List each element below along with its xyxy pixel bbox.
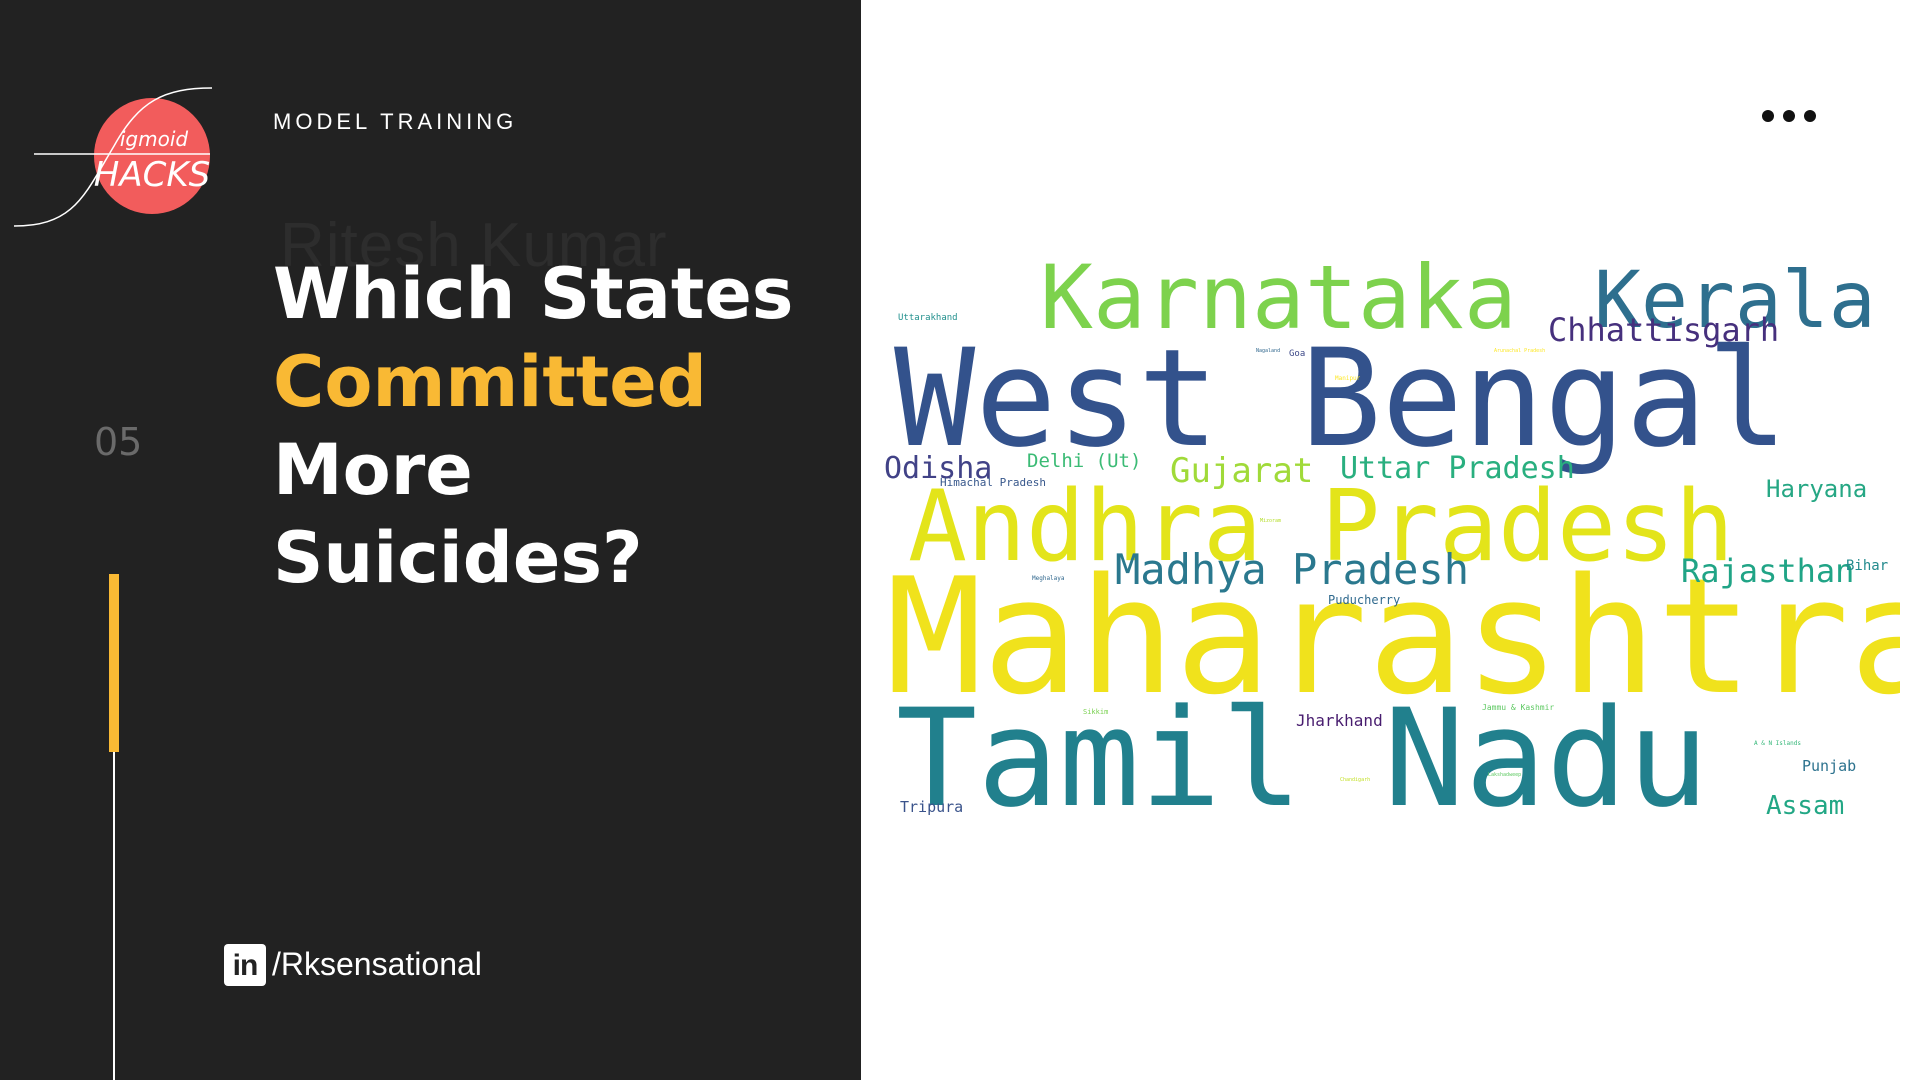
more-dot	[1762, 110, 1774, 122]
word-tamil-nadu: Tamil Nadu	[896, 680, 1709, 837]
word-tripura: Tripura	[900, 798, 963, 816]
slide-number: 05	[94, 420, 143, 464]
word-uttar-pradesh: Uttar Pradesh	[1340, 451, 1575, 486]
more-dot	[1804, 110, 1816, 122]
section-label: MODEL TRAINING	[273, 109, 518, 134]
title-line-3: More	[273, 429, 473, 511]
logo-text-bottom: HACKS	[94, 155, 210, 195]
word-cloud-canvas: MaharashtraTamil NaduWest BengalAndhra P…	[884, 246, 1920, 837]
word-lakshadweep: Lakshadweep	[1488, 772, 1521, 778]
word-a-n-islands: A & N Islands	[1754, 740, 1801, 747]
title-line-2-accent: Committed	[273, 341, 707, 423]
word-delhi-ut: Delhi (Ut)	[1027, 450, 1141, 472]
title-line-1: Which States	[273, 253, 794, 335]
linkedin-icon[interactable]: in	[224, 944, 266, 986]
linkedin-handle-link[interactable]: /Rksensational	[272, 946, 482, 983]
word-mizoram: Mizoram	[1260, 518, 1281, 524]
word-puducherry: Puducherry	[1328, 593, 1400, 607]
word-haryana: Haryana	[1766, 475, 1867, 503]
timeline-progress-marker	[109, 574, 119, 752]
word-manipur: Manipur	[1335, 375, 1361, 382]
word-sikkim: Sikkim	[1083, 708, 1108, 716]
word-nagaland: Nagaland	[1256, 348, 1280, 354]
word-punjab: Punjab	[1802, 757, 1856, 775]
states-word-cloud: Maharashtra Tamil Nadu West Bengal Andhra P…	[880, 230, 1920, 850]
word-madhya-pradesh: Madhya Pradesh	[1115, 545, 1469, 594]
word-gujarat: Gujarat	[1170, 451, 1313, 491]
word-himachal-pradesh: Himachal Pradesh	[940, 476, 1046, 489]
title-line-4: Suicides?	[273, 517, 643, 599]
logo-text-top: igmoid	[120, 127, 189, 151]
word-jammu-kashmir: Jammu & Kashmir	[1482, 703, 1554, 712]
more-horizontal-icon[interactable]	[1762, 106, 1816, 126]
left-panel: igmoid HACKS MODEL TRAINING Ritesh Kumar…	[0, 0, 861, 1080]
word-rajasthan: Rajasthan	[1681, 552, 1854, 590]
word-chhattisgarh: Chhattisgarh	[1548, 311, 1779, 349]
word-jharkhand: Jharkhand	[1296, 711, 1383, 730]
word-karnataka: Karnataka	[1040, 246, 1517, 349]
word-chandigarh: Chandigarh	[1340, 777, 1370, 783]
word-assam: Assam	[1766, 791, 1844, 821]
word-goa: Goa	[1289, 349, 1305, 359]
word-arunachal-pradesh: Arunachal Pradesh	[1494, 348, 1545, 354]
sigmoid-hacks-logo: igmoid HACKS	[13, 86, 214, 231]
slide-title: Which States Committed More Suicides?	[273, 250, 833, 602]
more-dot	[1783, 110, 1795, 122]
word-uttarakhand: Uttarakhand	[898, 313, 958, 323]
word-bihar: Bihar	[1846, 558, 1888, 574]
word-meghalaya: Meghalaya	[1032, 575, 1065, 582]
